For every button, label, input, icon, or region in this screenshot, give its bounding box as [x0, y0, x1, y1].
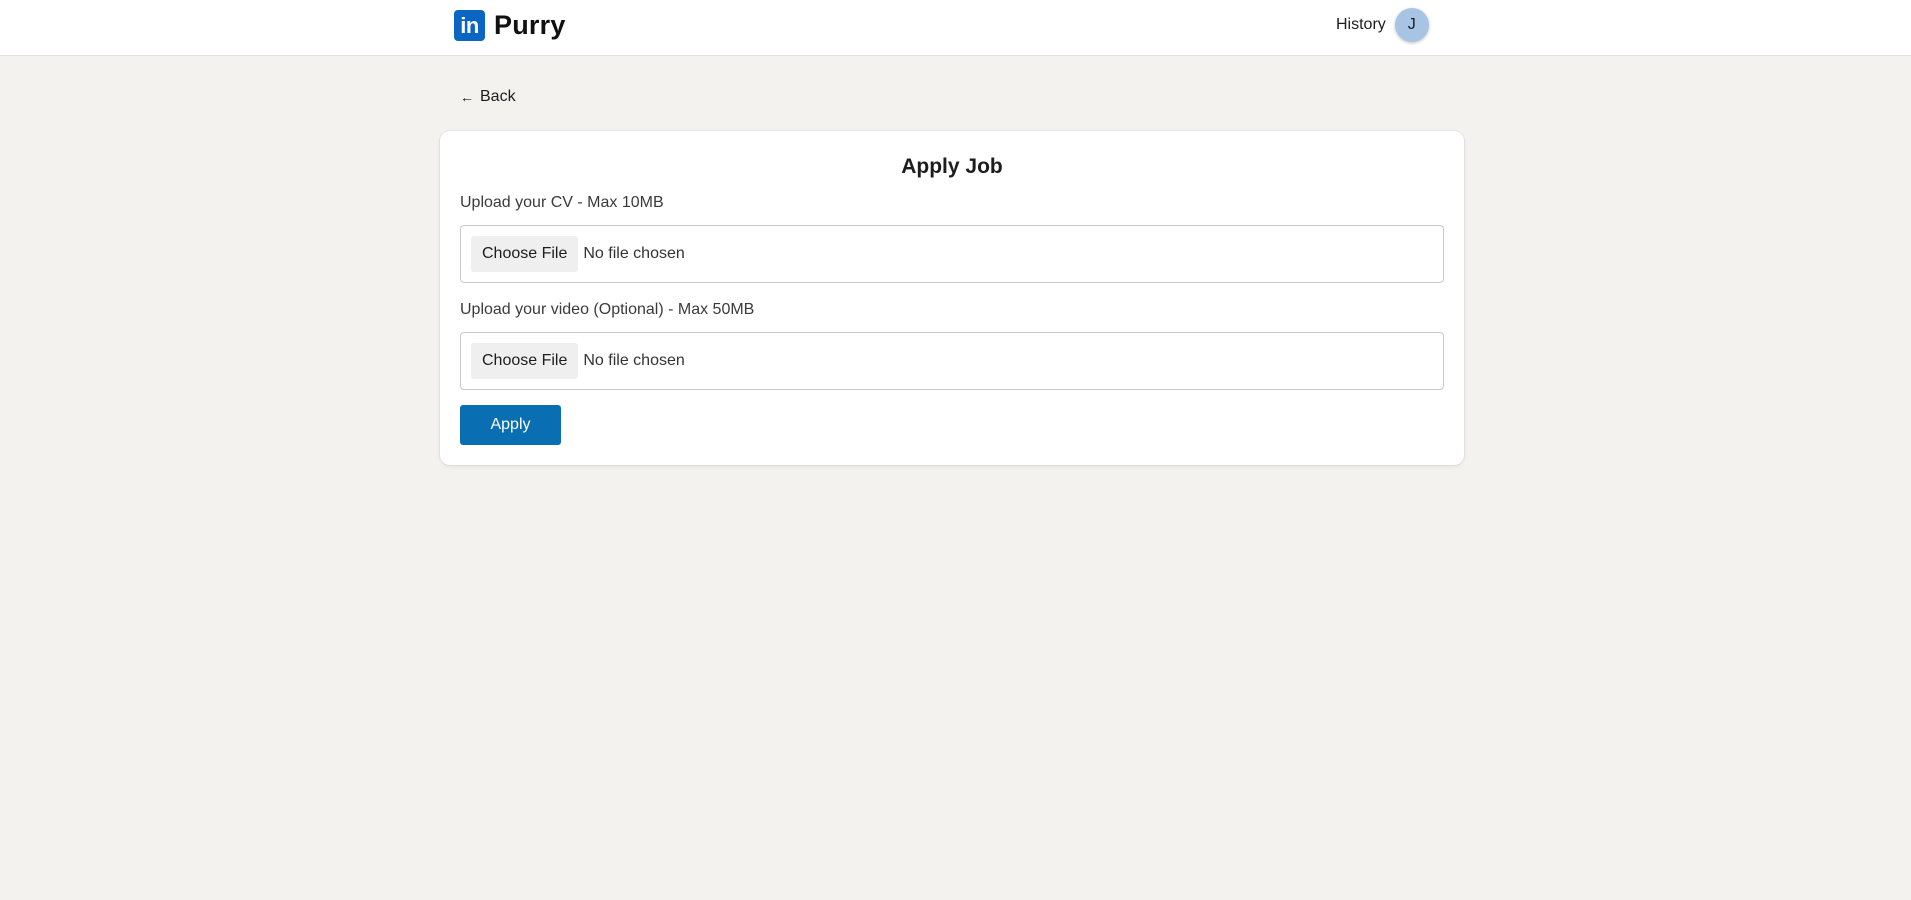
brand-home-link[interactable]: in Purry: [454, 10, 566, 41]
video-file-input[interactable]: Choose File No file chosen: [460, 332, 1444, 390]
linkedin-logo-icon: in: [454, 10, 485, 41]
cv-file-input[interactable]: Choose File No file chosen: [460, 225, 1444, 283]
back-link[interactable]: ← Back: [460, 88, 516, 106]
nav-right-group: History J: [1336, 8, 1429, 42]
user-avatar[interactable]: J: [1394, 8, 1429, 42]
video-choose-file-button[interactable]: Choose File: [471, 343, 579, 379]
cv-choose-file-button[interactable]: Choose File: [471, 236, 579, 272]
apply-button[interactable]: Apply: [460, 405, 561, 445]
cv-upload-label: Upload your CV - Max 10MB: [460, 194, 664, 211]
brand-name: Purry: [494, 10, 566, 40]
apply-job-card: Apply Job Upload your CV - Max 10MB Choo…: [440, 131, 1464, 465]
page-title: Apply Job: [901, 155, 1003, 178]
brand-logo-text: in: [460, 13, 479, 38]
top-nav-bar: in Purry History J: [0, 0, 1911, 56]
cv-file-status: No file chosen: [583, 245, 685, 262]
history-link[interactable]: History: [1336, 16, 1386, 34]
back-label: Back: [480, 88, 516, 105]
video-file-status: No file chosen: [583, 352, 685, 369]
arrow-left-icon: ←: [460, 89, 474, 105]
video-upload-label: Upload your video (Optional) - Max 50MB: [460, 301, 755, 318]
